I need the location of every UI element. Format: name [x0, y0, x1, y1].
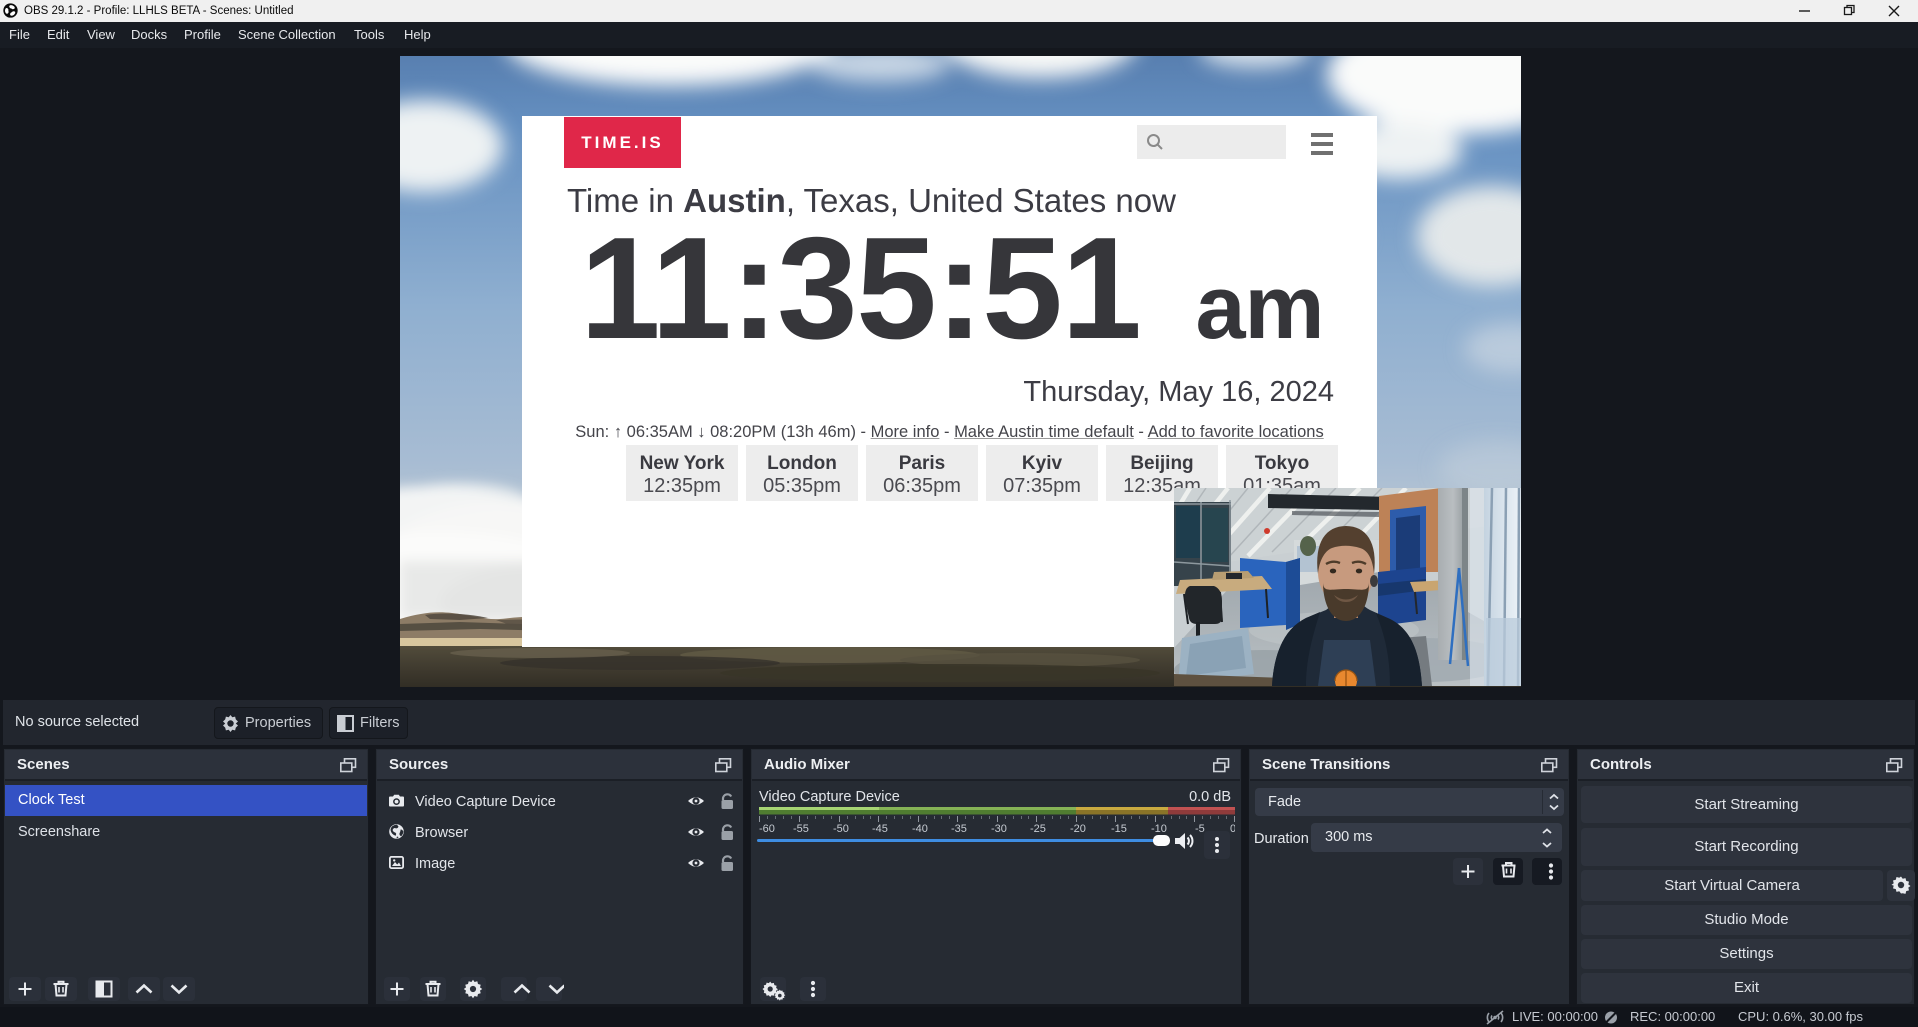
svg-text:-30: -30 — [991, 823, 1007, 833]
svg-text:-15: -15 — [1111, 823, 1127, 833]
svg-text:0: 0 — [1230, 823, 1235, 833]
svg-text:-10: -10 — [1151, 823, 1167, 833]
svg-text:-60: -60 — [759, 823, 775, 833]
svg-text:-40: -40 — [912, 823, 928, 833]
svg-text:-35: -35 — [951, 823, 967, 833]
svg-text:-20: -20 — [1070, 823, 1086, 833]
svg-text:-45: -45 — [872, 823, 888, 833]
svg-text:-25: -25 — [1030, 823, 1046, 833]
svg-text:-50: -50 — [833, 823, 849, 833]
svg-text:-55: -55 — [793, 823, 809, 833]
